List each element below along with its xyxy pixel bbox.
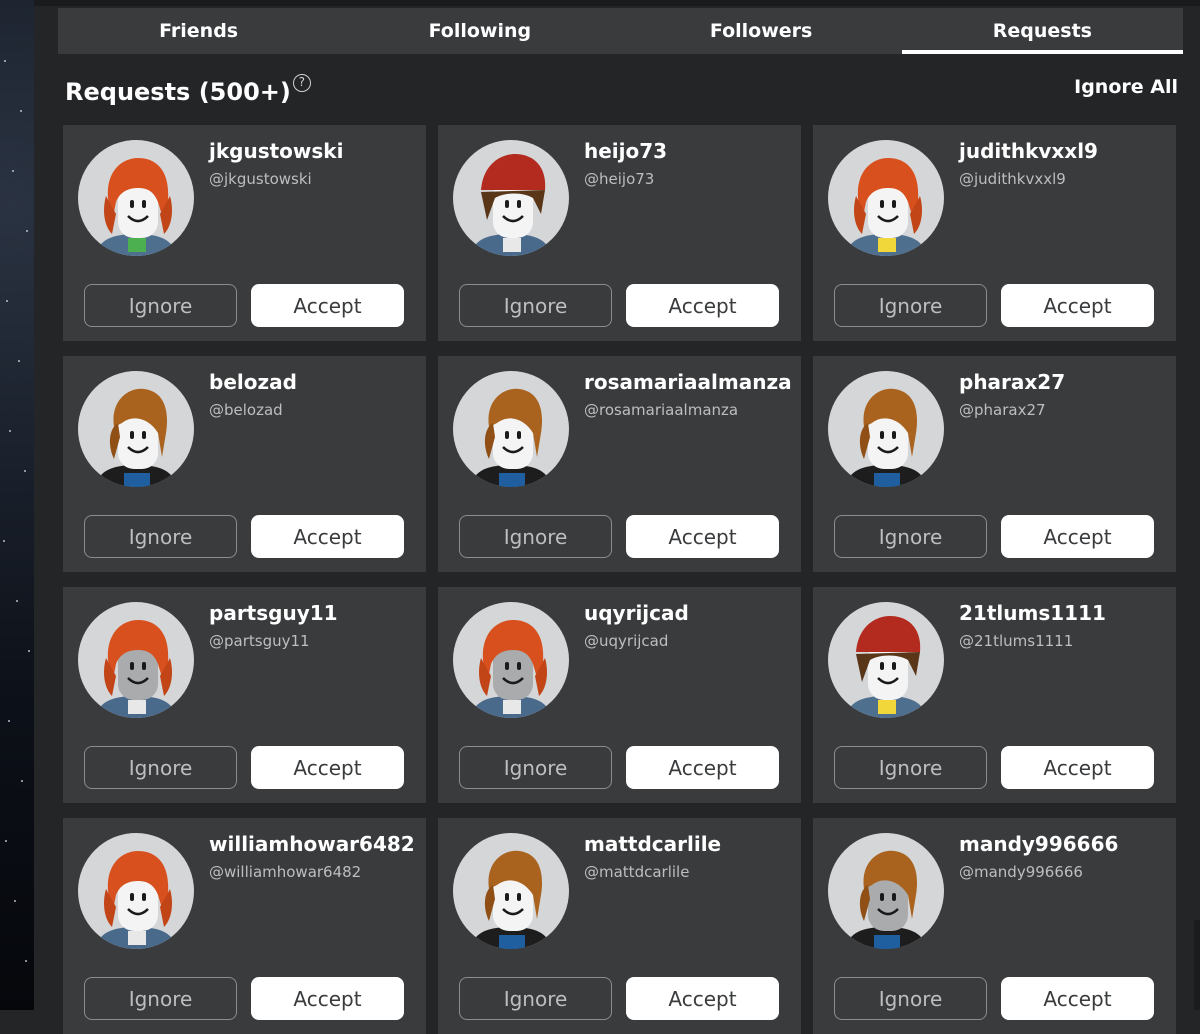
display-name[interactable]: mandy996666 (959, 832, 1118, 856)
request-card: judithkvxxl9 @judithkvxxl9 Ignore Accept (813, 125, 1176, 341)
username: @mandy996666 (959, 863, 1083, 881)
page-title-text: Requests (500+) (65, 78, 291, 106)
username: @williamhowar6482 (209, 863, 362, 881)
top-border (34, 0, 1200, 6)
username: @pharax27 (959, 401, 1046, 419)
scrollbar-edge (1194, 920, 1200, 1010)
request-card: uqyrijcad @uqyrijcad Ignore Accept (438, 587, 801, 803)
ignore-button[interactable]: Ignore (84, 746, 237, 789)
request-card: mattdcarlile @mattdcarlile Ignore Accept (438, 818, 801, 1034)
username: @rosamariaalmanza (584, 401, 739, 419)
avatar[interactable] (78, 140, 194, 256)
avatar[interactable] (453, 602, 569, 718)
tab-following[interactable]: Following (339, 8, 620, 54)
avatar[interactable] (78, 371, 194, 487)
display-name[interactable]: heijo73 (584, 139, 667, 163)
display-name[interactable]: judithkvxxl9 (959, 139, 1098, 163)
accept-button[interactable]: Accept (251, 746, 404, 789)
display-name[interactable]: uqyrijcad (584, 601, 689, 625)
display-name[interactable]: 21tlums1111 (959, 601, 1106, 625)
request-card: jkgustowski @jkgustowski Ignore Accept (63, 125, 426, 341)
ignore-button[interactable]: Ignore (459, 746, 612, 789)
display-name[interactable]: rosamariaalmanza (584, 370, 792, 394)
display-name[interactable]: belozad (209, 370, 297, 394)
request-card: rosamariaalmanza @rosamariaalmanza Ignor… (438, 356, 801, 572)
request-card: belozad @belozad Ignore Accept (63, 356, 426, 572)
display-name[interactable]: williamhowar6482 (209, 832, 415, 856)
question-circle-icon[interactable]: ? (292, 74, 311, 92)
username: @judithkvxxl9 (959, 170, 1066, 188)
accept-button[interactable]: Accept (1001, 977, 1154, 1020)
avatar[interactable] (828, 140, 944, 256)
request-card: partsguy11 @partsguy11 Ignore Accept (63, 587, 426, 803)
avatar[interactable] (828, 602, 944, 718)
background-starfield (0, 0, 34, 1010)
username: @uqyrijcad (584, 632, 669, 650)
tab-followers[interactable]: Followers (621, 8, 902, 54)
avatar[interactable] (453, 833, 569, 949)
tab-friends[interactable]: Friends (58, 8, 339, 54)
avatar[interactable] (78, 833, 194, 949)
ignore-button[interactable]: Ignore (834, 284, 987, 327)
request-card: heijo73 @heijo73 Ignore Accept (438, 125, 801, 341)
accept-button[interactable]: Accept (626, 746, 779, 789)
accept-button[interactable]: Accept (251, 284, 404, 327)
avatar[interactable] (453, 371, 569, 487)
display-name[interactable]: mattdcarlile (584, 832, 721, 856)
request-card: mandy996666 @mandy996666 Ignore Accept (813, 818, 1176, 1034)
ignore-button[interactable]: Ignore (459, 515, 612, 558)
ignore-all-button[interactable]: Ignore All (1074, 76, 1178, 98)
friends-page: Friends Following Followers Requests Req… (34, 0, 1200, 1034)
ignore-button[interactable]: Ignore (84, 284, 237, 327)
ignore-button[interactable]: Ignore (834, 515, 987, 558)
accept-button[interactable]: Accept (1001, 284, 1154, 327)
accept-button[interactable]: Accept (1001, 515, 1154, 558)
username: @mattdcarlile (584, 863, 690, 881)
ignore-button[interactable]: Ignore (459, 977, 612, 1020)
accept-button[interactable]: Accept (626, 977, 779, 1020)
accept-button[interactable]: Accept (1001, 746, 1154, 789)
request-card: williamhowar6482 @williamhowar6482 Ignor… (63, 818, 426, 1034)
avatar[interactable] (453, 140, 569, 256)
accept-button[interactable]: Accept (626, 284, 779, 327)
avatar[interactable] (828, 371, 944, 487)
request-card: pharax27 @pharax27 Ignore Accept (813, 356, 1176, 572)
display-name[interactable]: partsguy11 (209, 601, 338, 625)
accept-button[interactable]: Accept (251, 977, 404, 1020)
ignore-button[interactable]: Ignore (834, 977, 987, 1020)
request-grid: jkgustowski @jkgustowski Ignore Accept h… (63, 125, 1178, 1034)
ignore-button[interactable]: Ignore (84, 515, 237, 558)
request-card: 21tlums1111 @21tlums1111 Ignore Accept (813, 587, 1176, 803)
username: @21tlums1111 (959, 632, 1074, 650)
display-name[interactable]: jkgustowski (209, 139, 343, 163)
accept-button[interactable]: Accept (626, 515, 779, 558)
username: @jkgustowski (209, 170, 312, 188)
username: @partsguy11 (209, 632, 310, 650)
username: @heijo73 (584, 170, 655, 188)
avatar[interactable] (78, 602, 194, 718)
ignore-button[interactable]: Ignore (834, 746, 987, 789)
display-name[interactable]: pharax27 (959, 370, 1065, 394)
avatar[interactable] (828, 833, 944, 949)
accept-button[interactable]: Accept (251, 515, 404, 558)
ignore-button[interactable]: Ignore (459, 284, 612, 327)
ignore-button[interactable]: Ignore (84, 977, 237, 1020)
tab-requests[interactable]: Requests (901, 8, 1184, 54)
tab-bar: Friends Following Followers Requests (58, 8, 1184, 54)
page-title: Requests (500+) ? (65, 74, 311, 106)
username: @belozad (209, 401, 283, 419)
